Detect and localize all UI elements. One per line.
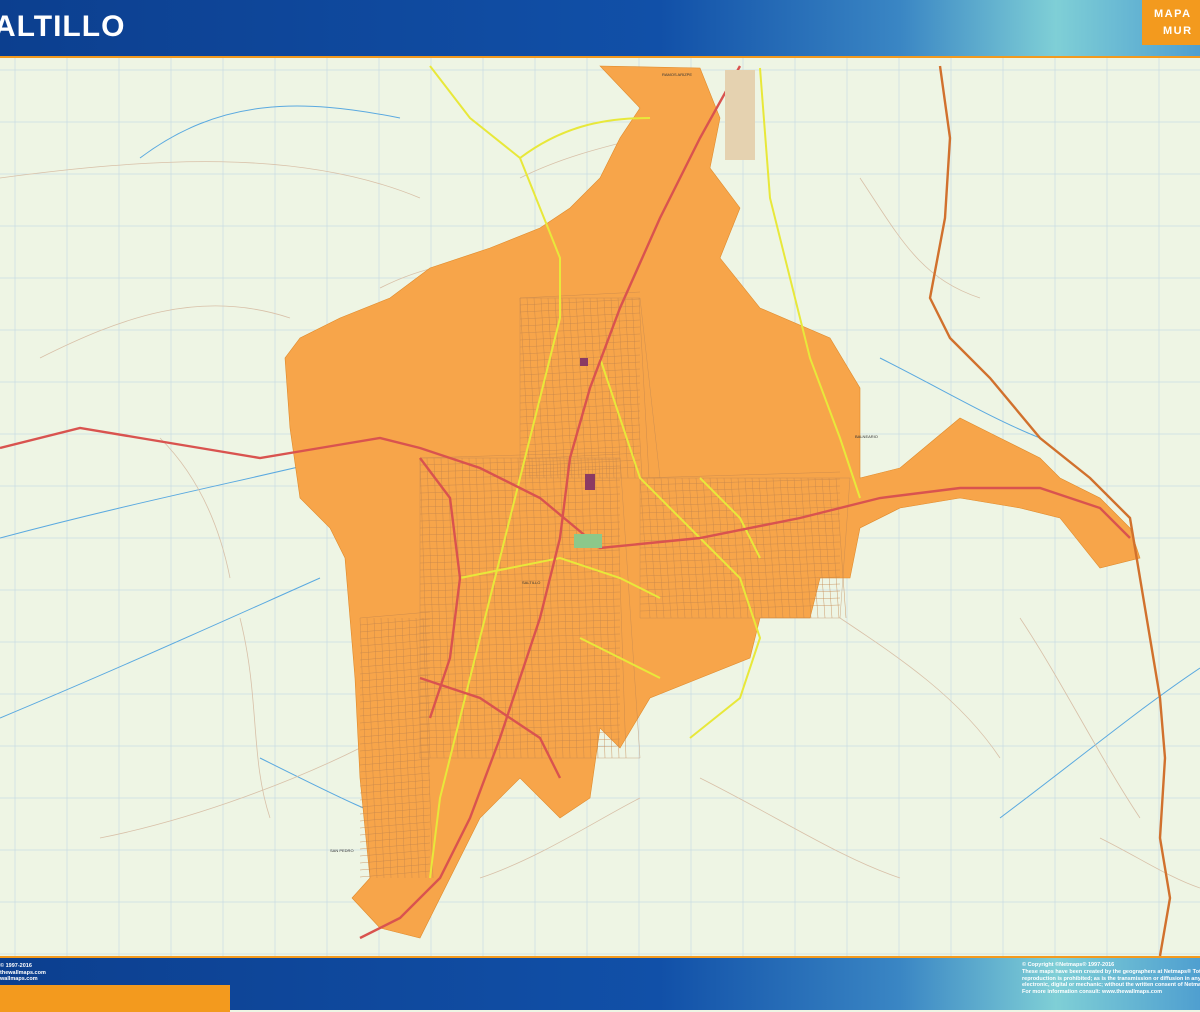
logo-line-1: MAPA xyxy=(1154,8,1192,20)
map-footer: © 1997-2016 thewallmaps.com wallmaps.com… xyxy=(0,956,1200,1012)
place-label: SAN PEDRO xyxy=(330,848,354,853)
copyright-line: These maps have been created by the geog… xyxy=(1022,968,1200,975)
landmark xyxy=(585,474,595,490)
footer-copyright: © Copyright ©Netmaps® 1997-2016 These ma… xyxy=(1022,962,1200,996)
copyright-line: reproduction is prohibited; as is the tr… xyxy=(1022,975,1200,982)
map-title: ALTILLO xyxy=(0,10,126,43)
place-label: RAMOS ARIZPE xyxy=(662,72,692,77)
map-frame[interactable]: SALTILLO RAMOS ARIZPE BALNEARIO SAN PEDR… xyxy=(0,56,1200,956)
copyright-line[interactable]: For more information consult: www.thewal… xyxy=(1022,989,1200,996)
footer-left: © 1997-2016 thewallmaps.com wallmaps.com xyxy=(0,963,46,983)
landmark xyxy=(580,358,588,366)
copyright-line: © Copyright ©Netmaps® 1997-2016 xyxy=(1022,962,1115,968)
map-header: ALTILLO MAPA MUR xyxy=(0,0,1200,56)
logo-line-2: MUR xyxy=(1163,25,1193,37)
park xyxy=(574,534,602,548)
city-map[interactable]: SALTILLO RAMOS ARIZPE BALNEARIO SAN PEDR… xyxy=(0,58,1200,956)
brand-logo[interactable]: MAPA MUR xyxy=(1142,0,1200,45)
footer-left-link[interactable]: wallmaps.com xyxy=(0,976,46,983)
place-label: SALTILLO xyxy=(522,580,540,585)
copyright-line: electronic, digital or mechanic; without… xyxy=(1022,982,1200,989)
place-label: BALNEARIO xyxy=(855,434,878,439)
airfield xyxy=(725,70,755,160)
footer-accent-bar xyxy=(0,985,230,1012)
